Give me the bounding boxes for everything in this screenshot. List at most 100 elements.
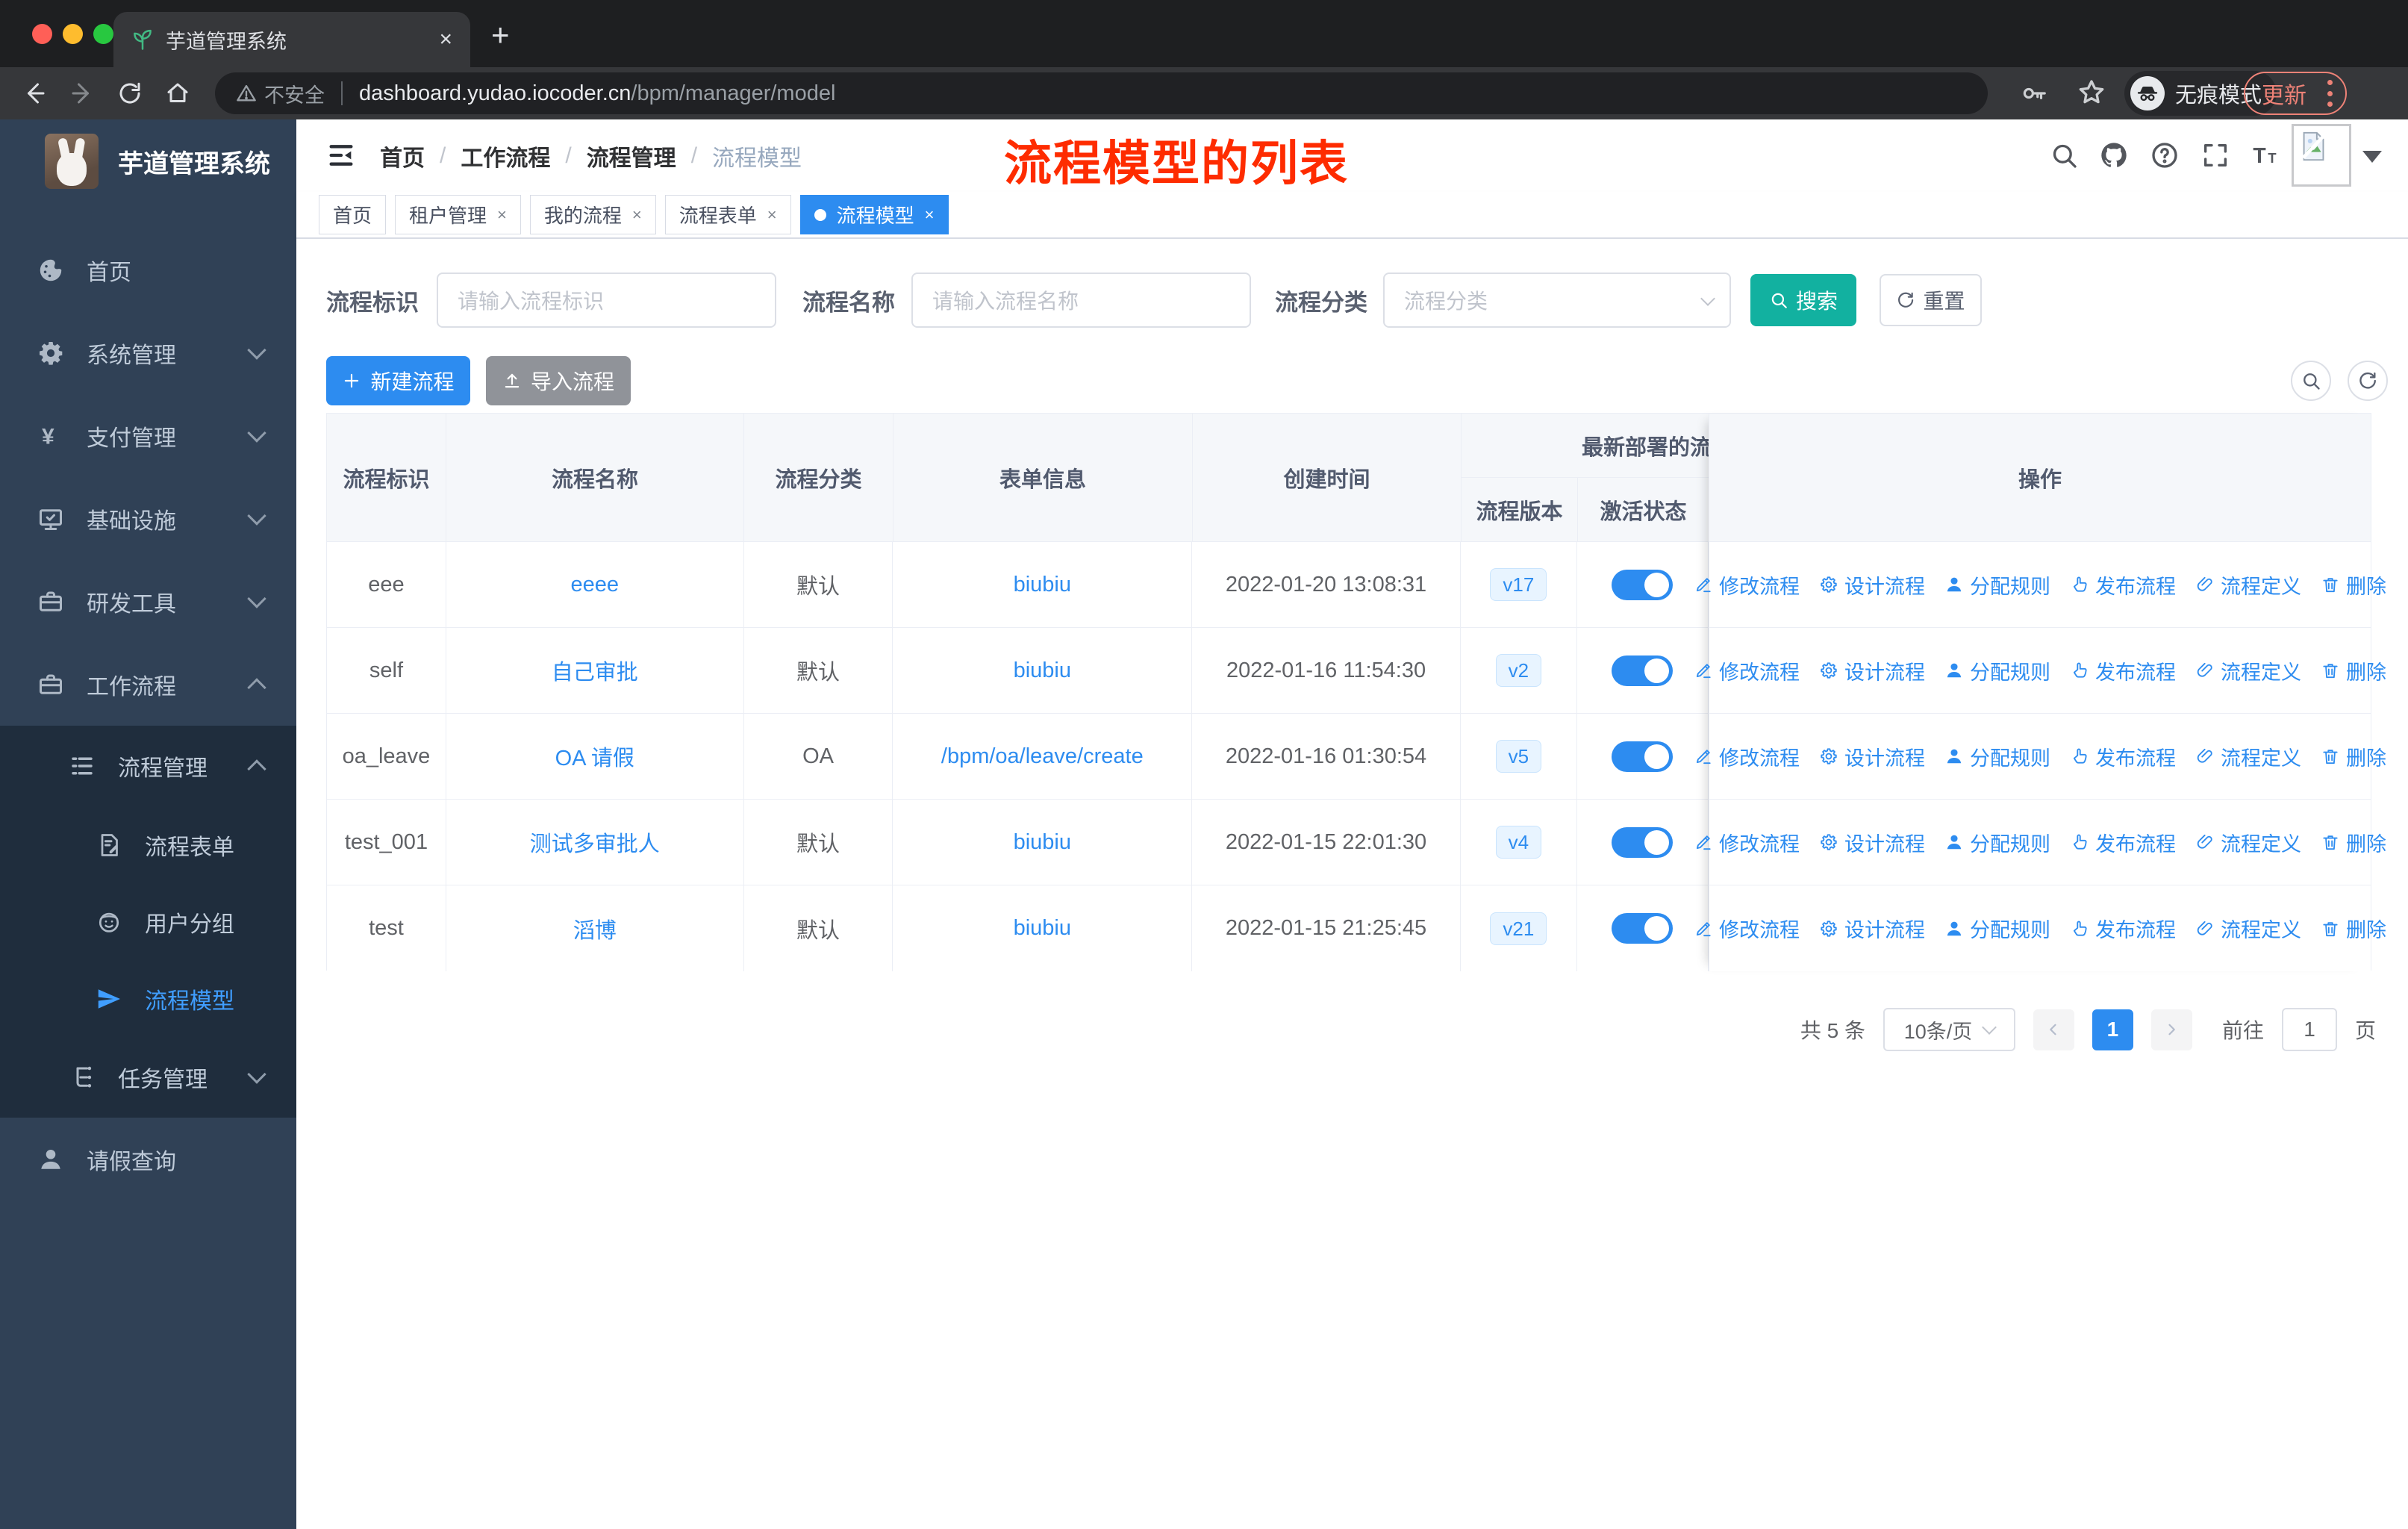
breadcrumb-process-mgmt[interactable]: 流程管理 xyxy=(587,140,676,172)
action-clip-link[interactable]: 流程定义 xyxy=(2195,914,2301,943)
action-userfill-link[interactable]: 分配规则 xyxy=(1944,828,2050,857)
sidebar-item-10[interactable]: 流程模型 xyxy=(0,960,296,1037)
show-search-button[interactable] xyxy=(2291,361,2331,401)
sidebar-item-2[interactable]: 系统管理 xyxy=(0,311,296,394)
action-clip-link[interactable]: 流程定义 xyxy=(2195,656,2301,685)
filter-name-input[interactable]: 请输入流程名称 xyxy=(911,273,1251,328)
traffic-light-minimize[interactable] xyxy=(63,24,83,44)
traffic-light-zoom[interactable] xyxy=(93,24,113,44)
model-name-link[interactable]: 滔博 xyxy=(573,913,617,944)
font-size-icon[interactable]: TT xyxy=(2251,140,2280,170)
reload-icon[interactable] xyxy=(116,80,143,107)
action-clip-link[interactable]: 流程定义 xyxy=(2195,828,2301,857)
tag-tab-1[interactable]: 首页 × xyxy=(319,195,387,234)
new-tab-button[interactable]: + xyxy=(491,19,510,51)
refresh-table-button[interactable] xyxy=(2348,361,2388,401)
search-button[interactable]: 搜索 xyxy=(1750,274,1856,326)
browser-tab[interactable]: 芋道管理系统 × xyxy=(113,12,470,67)
active-toggle[interactable] xyxy=(1612,655,1674,686)
action-hand-link[interactable]: 发布流程 xyxy=(2070,656,2176,685)
sidebar-item-11[interactable]: 任务管理 xyxy=(0,1037,296,1118)
action-gearline-link[interactable]: 设计流程 xyxy=(1819,914,1925,943)
tag-tab-4[interactable]: 流程表单 × xyxy=(664,195,791,234)
action-trash-link[interactable]: 删除 xyxy=(2321,742,2386,771)
action-clip-link[interactable]: 流程定义 xyxy=(2195,742,2301,771)
action-trash-link[interactable]: 删除 xyxy=(2321,914,2386,943)
action-gearline-link[interactable]: 设计流程 xyxy=(1819,656,1925,685)
tag-tab-5[interactable]: 流程模型 × xyxy=(799,195,949,234)
action-gearline-link[interactable]: 设计流程 xyxy=(1819,828,1925,857)
sidebar-item-1[interactable]: 首页 xyxy=(0,228,296,311)
create-model-button[interactable]: 新建流程 xyxy=(326,356,470,405)
sidebar-item-4[interactable]: 基础设施 xyxy=(0,477,296,560)
sidebar-item-12[interactable]: 请假查询 xyxy=(0,1118,296,1201)
import-model-button[interactable]: 导入流程 xyxy=(486,356,631,405)
next-page-button[interactable] xyxy=(2150,1009,2192,1050)
action-hand-link[interactable]: 发布流程 xyxy=(2070,828,2176,857)
sidebar-item-3[interactable]: ¥ 支付管理 xyxy=(0,394,296,477)
tag-tab-3[interactable]: 我的流程 × xyxy=(529,195,656,234)
action-clip-link[interactable]: 流程定义 xyxy=(2195,570,2301,600)
form-info-link[interactable]: biubiu xyxy=(1014,830,1071,855)
fullscreen-icon[interactable] xyxy=(2200,140,2230,170)
form-info-link[interactable]: biubiu xyxy=(1014,573,1071,597)
filter-key-input[interactable]: 请输入流程标识 xyxy=(437,273,776,328)
action-edit-link[interactable]: 修改流程 xyxy=(1694,828,1800,857)
browser-update-chip[interactable]: 更新 xyxy=(2244,72,2347,115)
action-gearline-link[interactable]: 设计流程 xyxy=(1819,742,1925,771)
form-info-link[interactable]: /bpm/oa/leave/create xyxy=(941,744,1144,769)
traffic-light-close[interactable] xyxy=(32,24,52,44)
tag-close-icon[interactable]: × xyxy=(497,205,507,225)
tab-close-icon[interactable]: × xyxy=(439,27,452,52)
github-icon[interactable] xyxy=(2099,140,2129,170)
bookmark-star-icon[interactable] xyxy=(2077,78,2106,108)
browser-menu-icon[interactable] xyxy=(2326,80,2333,107)
goto-page-input[interactable] xyxy=(2281,1008,2337,1051)
form-info-link[interactable]: biubiu xyxy=(1014,658,1071,683)
active-toggle[interactable] xyxy=(1612,826,1674,858)
filter-category-select[interactable]: 流程分类 xyxy=(1383,273,1731,328)
action-userfill-link[interactable]: 分配规则 xyxy=(1944,656,2050,685)
tag-close-icon[interactable]: × xyxy=(632,205,642,225)
home-icon[interactable] xyxy=(164,80,191,107)
breadcrumb-workflow[interactable]: 工作流程 xyxy=(461,140,550,172)
page-size-select[interactable]: 10条/页 xyxy=(1883,1008,2015,1051)
active-toggle[interactable] xyxy=(1612,741,1674,772)
breadcrumb-home[interactable]: 首页 xyxy=(380,140,425,172)
form-info-link[interactable]: biubiu xyxy=(1014,916,1071,941)
header-search-icon[interactable] xyxy=(2049,140,2079,170)
active-toggle[interactable] xyxy=(1612,569,1674,600)
sidebar-item-8[interactable]: 流程表单 xyxy=(0,806,296,883)
action-edit-link[interactable]: 修改流程 xyxy=(1694,570,1800,600)
action-gearline-link[interactable]: 设计流程 xyxy=(1819,570,1925,600)
avatar-caret-icon[interactable] xyxy=(2362,151,2382,163)
model-name-link[interactable]: 测试多审批人 xyxy=(530,826,660,858)
action-edit-link[interactable]: 修改流程 xyxy=(1694,656,1800,685)
sidebar-item-6[interactable]: 工作流程 xyxy=(0,643,296,726)
password-key-icon[interactable] xyxy=(2020,79,2048,108)
prev-page-button[interactable] xyxy=(2033,1009,2074,1050)
sidebar-logo[interactable]: 芋道管理系统 xyxy=(0,119,296,203)
user-avatar[interactable] xyxy=(2292,124,2351,187)
model-name-link[interactable]: OA 请假 xyxy=(555,741,634,772)
tag-tab-2[interactable]: 租户管理 × xyxy=(395,195,521,234)
address-bar[interactable]: 不安全 dashboard.yudao.iocoder.cn /bpm/mana… xyxy=(215,72,1988,114)
action-userfill-link[interactable]: 分配规则 xyxy=(1944,742,2050,771)
active-toggle[interactable] xyxy=(1612,913,1674,944)
tag-close-icon[interactable]: × xyxy=(767,205,777,225)
action-edit-link[interactable]: 修改流程 xyxy=(1694,742,1800,771)
action-trash-link[interactable]: 删除 xyxy=(2321,656,2386,685)
action-trash-link[interactable]: 删除 xyxy=(2321,570,2386,600)
sidebar-item-9[interactable]: 用户分组 xyxy=(0,883,296,960)
sidebar-item-7[interactable]: 流程管理 xyxy=(0,726,296,806)
back-icon[interactable] xyxy=(21,80,48,107)
forward-icon[interactable] xyxy=(69,80,96,107)
model-name-link[interactable]: eeee xyxy=(570,573,619,597)
action-edit-link[interactable]: 修改流程 xyxy=(1694,914,1800,943)
action-hand-link[interactable]: 发布流程 xyxy=(2070,914,2176,943)
sidebar-collapse-icon[interactable] xyxy=(326,140,356,170)
action-userfill-link[interactable]: 分配规则 xyxy=(1944,570,2050,600)
action-hand-link[interactable]: 发布流程 xyxy=(2070,742,2176,771)
page-number-1[interactable]: 1 xyxy=(2092,1009,2133,1050)
model-name-link[interactable]: 自己审批 xyxy=(552,655,638,686)
